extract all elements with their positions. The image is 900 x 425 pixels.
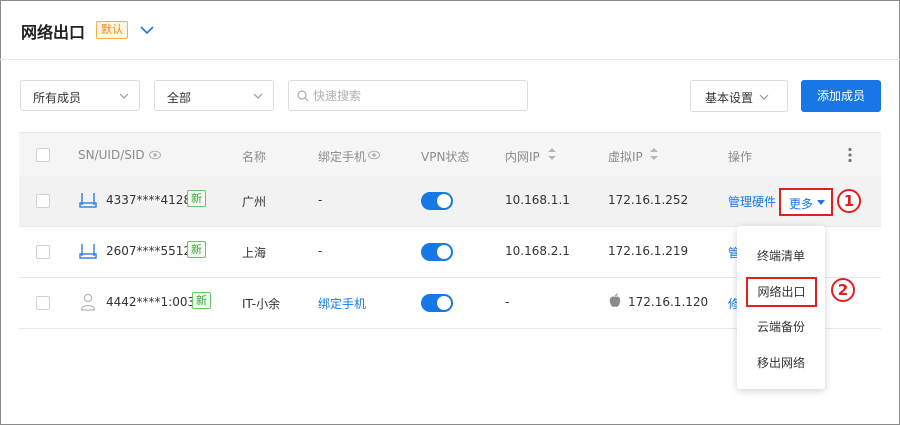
- column-sn: SN/UID/SID: [78, 148, 145, 162]
- row-sn: 4442****1:003: [106, 295, 196, 309]
- new-badge: 新: [187, 190, 206, 207]
- row-checkbox[interactable]: [36, 194, 50, 208]
- row-phone: -: [318, 193, 323, 207]
- new-badge: 新: [192, 292, 211, 309]
- member-filter-label: 所有成员: [33, 91, 82, 105]
- row-name: IT-小余: [242, 297, 281, 311]
- apple-icon: [609, 293, 621, 307]
- vpn-toggle[interactable]: [421, 192, 453, 210]
- row-inner-ip: -: [505, 295, 510, 309]
- vpn-toggle[interactable]: [421, 243, 453, 261]
- default-badge: 默认: [96, 21, 128, 39]
- select-all-checkbox[interactable]: [36, 148, 50, 162]
- add-member-button[interactable]: 添加成员: [801, 80, 881, 112]
- table-header: SN/UID/SID 名称 绑定手机 VPN状态 内网IP 虚拟IP 操作: [19, 132, 881, 176]
- chevron-down-icon: [253, 93, 263, 99]
- column-name: 名称: [242, 150, 267, 164]
- chevron-down-icon: [759, 94, 769, 100]
- search-input[interactable]: [313, 86, 513, 106]
- status-filter-dropdown[interactable]: 全部: [154, 80, 274, 111]
- step-1-marker: 1: [837, 189, 861, 213]
- row-inner-ip: 10.168.2.1: [505, 244, 570, 258]
- toggle-knob: [437, 296, 451, 310]
- menu-item-cloud-backup[interactable]: 云端备份: [737, 312, 825, 342]
- column-inner-ip: 内网IP: [505, 150, 540, 164]
- row-virtual-ip: 172.16.1.219: [608, 244, 689, 258]
- table-row[interactable]: 4337****4128 新 广州 - 10.168.1.1 172.16.1.…: [19, 176, 881, 227]
- chevron-down-icon: [119, 93, 129, 99]
- row-name: 上海: [242, 246, 267, 260]
- row-virtual-ip: 172.16.1.252: [608, 193, 689, 207]
- column-action: 操作: [728, 150, 753, 164]
- row-phone: -: [318, 244, 323, 258]
- more-button[interactable]: 更多: [779, 188, 833, 216]
- basic-settings-button[interactable]: 基本设置: [690, 80, 788, 112]
- step-2-marker: 2: [831, 278, 855, 302]
- search-icon: [297, 90, 309, 102]
- page-header: 网络出口 默认: [0, 0, 900, 60]
- row-checkbox[interactable]: [36, 296, 50, 310]
- sort-icon[interactable]: [649, 147, 659, 161]
- router-icon: [79, 193, 97, 208]
- new-badge: 新: [187, 241, 206, 258]
- member-filter-dropdown[interactable]: 所有成员: [20, 80, 140, 111]
- more-label: 更多: [789, 197, 814, 211]
- menu-item-device-list[interactable]: 终端清单: [737, 241, 825, 271]
- menu-item-remove-network[interactable]: 移出网络: [737, 348, 825, 378]
- manage-hardware-link[interactable]: 管理硬件: [728, 193, 776, 210]
- column-phone: 绑定手机: [318, 150, 367, 164]
- toggle-knob: [437, 245, 451, 259]
- page-title: 网络出口: [21, 23, 86, 42]
- row-checkbox[interactable]: [36, 245, 50, 259]
- more-vertical-icon[interactable]: [847, 147, 853, 163]
- router-icon: [79, 244, 97, 259]
- bind-phone-link[interactable]: 绑定手机: [318, 295, 366, 312]
- caret-down-icon: [817, 200, 825, 205]
- column-virtual-ip: 虚拟IP: [608, 150, 643, 164]
- menu-item-network-exit[interactable]: 网络出口: [746, 277, 817, 307]
- vpn-toggle[interactable]: [421, 294, 453, 312]
- column-vpn: VPN状态: [421, 150, 470, 164]
- eye-icon[interactable]: [149, 150, 161, 160]
- user-icon: [80, 293, 96, 311]
- toggle-knob: [437, 194, 451, 208]
- search-box[interactable]: [288, 80, 528, 111]
- eye-icon[interactable]: [368, 150, 380, 160]
- status-filter-label: 全部: [167, 91, 192, 105]
- more-menu: 终端清单 网络出口 云端备份 移出网络: [737, 226, 825, 389]
- row-sn: 2607****5512: [106, 244, 192, 258]
- row-name: 广州: [242, 195, 267, 209]
- chevron-down-icon[interactable]: [138, 21, 156, 39]
- basic-settings-label: 基本设置: [705, 91, 754, 105]
- row-sn: 4337****4128: [106, 193, 192, 207]
- row-inner-ip: 10.168.1.1: [505, 193, 570, 207]
- sort-icon[interactable]: [547, 147, 557, 161]
- row-virtual-ip: 172.16.1.120: [628, 295, 709, 309]
